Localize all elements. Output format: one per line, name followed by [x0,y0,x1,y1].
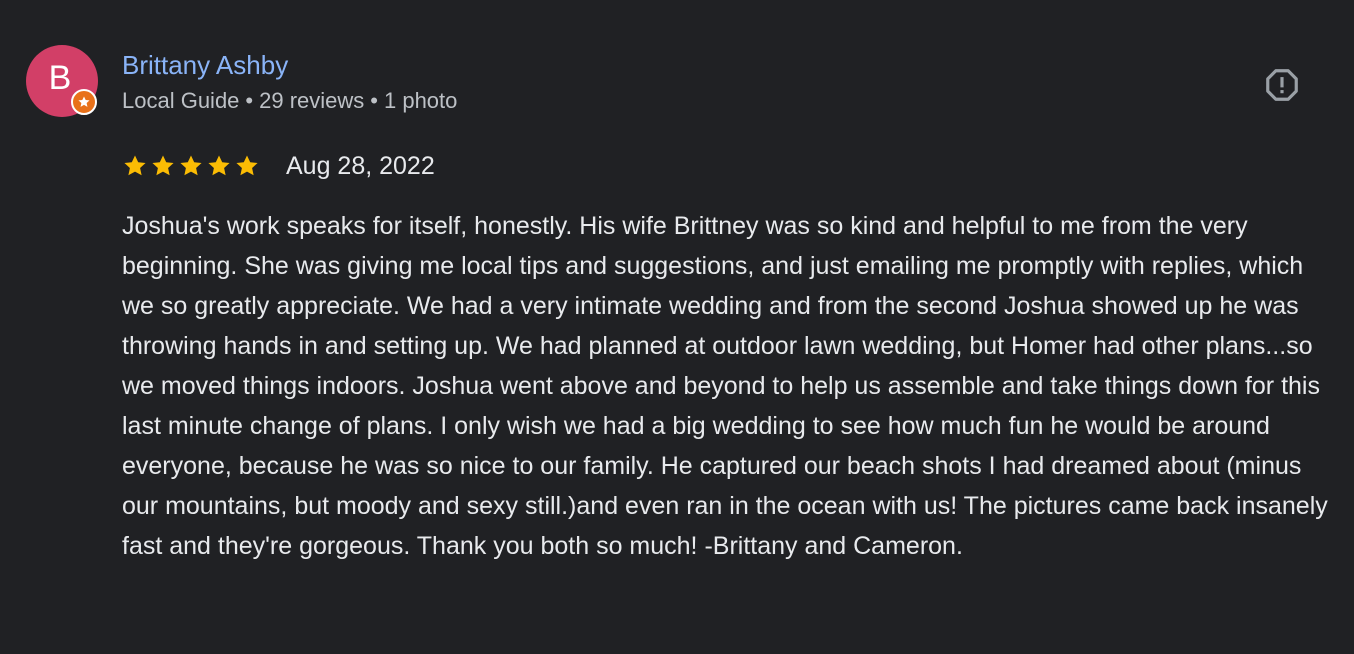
reviewer-meta: Local Guide • 29 reviews • 1 photo [122,87,457,115]
local-guide-star-icon [71,89,97,115]
star-icon [180,155,202,176]
local-guide-label: Local Guide [122,88,240,113]
star-icon [208,155,230,176]
review-card: B Brittany Ashby Local Guide • 29 reviews •… [0,0,1354,654]
star-rating [122,152,262,180]
review-count: 29 reviews [259,88,365,113]
star-icon [236,155,258,176]
report-button[interactable] [1260,63,1304,107]
star-icon [152,155,174,176]
reviewer-name-link[interactable]: Brittany Ashby [122,49,288,81]
review-text: Joshua's work speaks for itself, honestl… [122,212,1328,560]
meta-separator: • [245,88,254,113]
review-date: Aug 28, 2022 [286,152,435,180]
meta-separator: • [370,88,378,113]
photo-count: 1 photo [383,88,458,113]
avatar-initial: B [48,59,72,97]
report-icon [1266,69,1298,101]
star-icon [124,155,146,176]
